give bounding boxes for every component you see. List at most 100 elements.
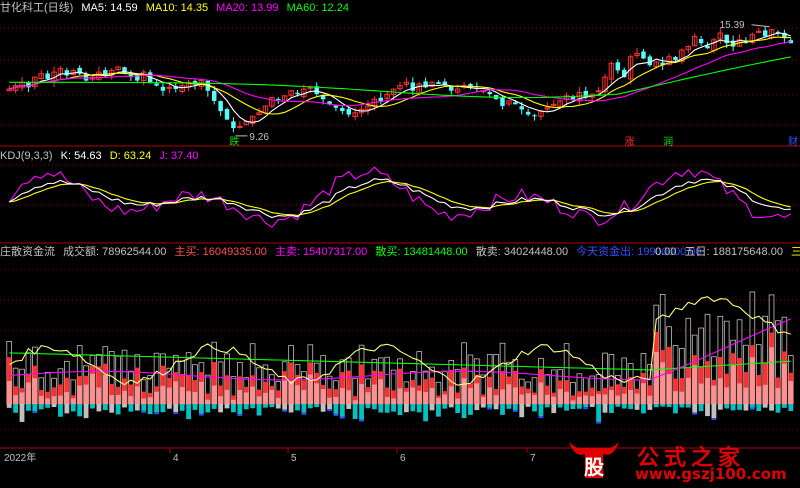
candle	[487, 92, 492, 95]
hot-money-mark	[154, 412, 159, 415]
retail-buy-bar	[576, 396, 582, 404]
retail-buy-bar	[218, 396, 224, 404]
sell-bar	[525, 404, 531, 407]
retail-buy-bar	[570, 400, 576, 404]
candle	[122, 67, 127, 74]
candle	[641, 51, 646, 59]
sell-bar	[634, 404, 640, 410]
hot-money-mark	[749, 407, 755, 410]
sell-bar	[83, 404, 89, 419]
retail-buy-bar	[128, 396, 134, 404]
sell-bar	[218, 404, 224, 413]
sell-bar	[250, 404, 256, 409]
sell-bar	[122, 404, 127, 408]
hot-money-mark	[692, 412, 698, 415]
sell-bar	[224, 404, 230, 409]
sell-bar	[154, 404, 159, 413]
candle	[218, 101, 223, 112]
retail-buy-bar	[160, 385, 166, 404]
retail-buy-bar	[730, 364, 736, 404]
sell-bar	[705, 404, 710, 417]
sell-bar	[679, 404, 685, 408]
retail-buy-bar	[122, 390, 127, 404]
dots-value: 0.00	[655, 246, 677, 258]
sell-bar	[474, 404, 480, 411]
sell-bar	[660, 404, 666, 407]
kdj-header: KDJ(9,3,3) K: 54.63 D: 63.24 J: 37.40	[0, 149, 203, 163]
retail-buy-bar	[346, 390, 352, 404]
candle	[346, 109, 351, 115]
sell-bar	[609, 404, 614, 413]
candle	[762, 30, 768, 37]
sell-bar	[256, 404, 262, 416]
sell-bar	[186, 404, 191, 420]
sell-bar	[730, 404, 736, 411]
retail-buy-bar	[705, 377, 710, 404]
sell-bar	[26, 404, 31, 411]
watermark-url: www.gszj100.com	[635, 465, 787, 483]
sell-bar	[775, 404, 781, 413]
sell-bar	[45, 404, 51, 408]
signal-run: 润	[663, 135, 673, 148]
sell-bar	[320, 404, 326, 412]
sell-bar	[147, 404, 153, 415]
retail-buy-bar	[429, 388, 435, 404]
sell-bar	[198, 404, 204, 414]
sell-bar	[307, 404, 313, 409]
hot-money-mark	[141, 410, 147, 413]
sell-bar	[621, 404, 627, 409]
retail-buy-bar	[621, 393, 627, 404]
turnover-value: 成交额: 78962544.00	[63, 246, 167, 258]
candle	[224, 109, 230, 120]
sell-bar	[179, 404, 185, 411]
ma10-line	[9, 36, 791, 115]
chart-canvas[interactable]: 15.39 9.26 跌 涨 润 财 2022年 4 5 6 7	[0, 0, 800, 488]
sell-bar	[352, 404, 358, 420]
sell-bar	[756, 404, 762, 412]
sell-bar	[173, 404, 179, 413]
retail-buy-bar	[634, 393, 640, 404]
sell-bar	[275, 404, 281, 409]
sell-bar	[685, 404, 691, 408]
logo-char: 股	[584, 455, 604, 479]
retail-buy-bar	[602, 394, 608, 404]
sell-bar	[461, 404, 467, 419]
sell-bar	[32, 404, 38, 412]
sell-bar	[641, 404, 646, 414]
sell-bar	[192, 404, 198, 410]
retail-buy-bar	[295, 385, 300, 404]
retail-buy-bar	[109, 394, 115, 404]
sell-bar	[109, 404, 115, 413]
candle	[231, 121, 236, 129]
sell-bar	[429, 404, 435, 411]
sell-bar	[397, 404, 403, 416]
retail-buy-bar	[589, 396, 595, 404]
sell-bar	[6, 404, 12, 408]
retail-sell-value: 散卖: 34024448.00	[475, 246, 569, 258]
sell-bar	[506, 404, 512, 409]
retail-buy-bar	[263, 392, 268, 404]
kdj-d-line	[9, 180, 791, 216]
sell-bar	[576, 404, 582, 409]
retail-buy-bar	[564, 391, 569, 404]
candle	[513, 102, 518, 105]
sell-bar	[519, 404, 525, 418]
sell-bar	[532, 404, 537, 412]
sell-bar	[58, 404, 63, 417]
hot-money-mark	[237, 413, 243, 416]
sell-bar	[160, 404, 166, 413]
retail-buy-bar	[487, 387, 493, 404]
retail-buy-bar	[480, 396, 486, 404]
retail-buy-bar	[647, 395, 653, 404]
sell-bar	[468, 404, 473, 415]
fund-ma-green	[9, 352, 791, 371]
sell-bar	[743, 404, 749, 411]
hot-money-mark	[538, 416, 544, 419]
kdj-title: KDJ(9,3,3)	[0, 150, 53, 162]
sell-bar	[13, 404, 19, 413]
candle	[340, 108, 345, 112]
sell-bar	[711, 404, 717, 419]
retail-buy-bar	[365, 392, 371, 404]
retail-buy-bar	[115, 394, 121, 404]
sell-bar	[647, 404, 653, 410]
